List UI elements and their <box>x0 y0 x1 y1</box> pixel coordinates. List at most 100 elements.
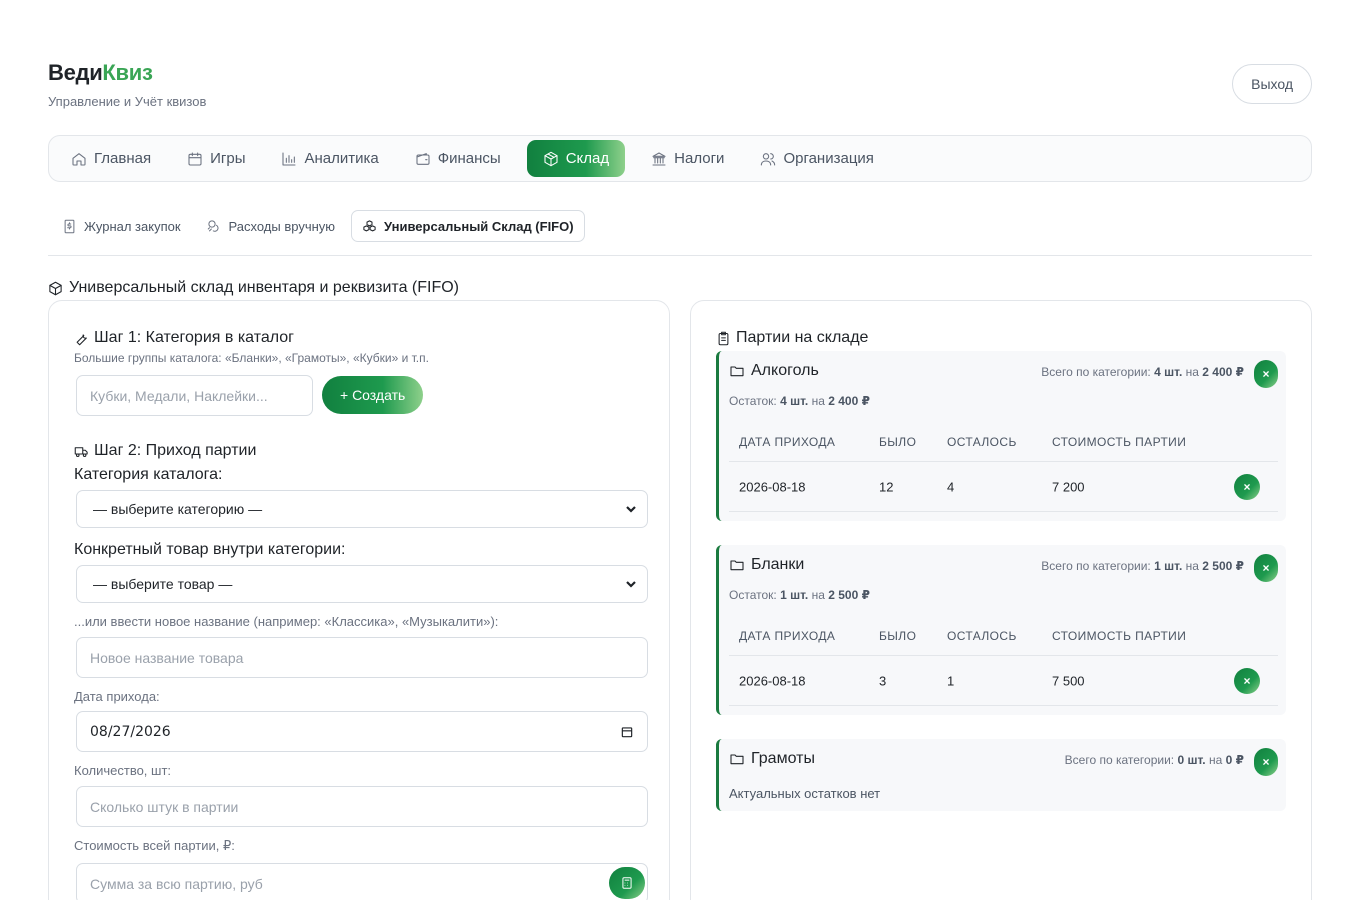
new-product-name-input[interactable]: Новое название товара <box>76 637 648 678</box>
cell-was: 12 <box>879 479 894 494</box>
nav-item-home[interactable]: Главная <box>61 140 161 177</box>
table-row: 2026-08-18 12 4 7 200 × <box>729 462 1278 512</box>
table-header: ДАТА ПРИХОДА БЫЛО ОСТАЛОСЬ СТОИМОСТЬ ПАР… <box>729 617 1278 656</box>
product-label: Конкретный товар внутри категории: <box>74 541 346 558</box>
calendar-icon <box>188 151 202 166</box>
wrench-icon <box>76 333 87 345</box>
app-title: ВедиКвиз <box>48 60 153 85</box>
nav-item-finance[interactable]: Финансы <box>405 140 511 177</box>
catalog-select[interactable]: — выберите категорию — <box>76 490 648 528</box>
category-rest: Остаток: 4 шт. на 2 400 ₽ <box>729 394 870 408</box>
users-icon <box>761 152 776 166</box>
delete-category-button[interactable]: × <box>1254 360 1278 388</box>
cell-date: 2026-08-18 <box>739 673 806 688</box>
column-date: ДАТА ПРИХОДА <box>739 435 836 449</box>
date-input[interactable]: 08/27/2026 <box>76 711 648 752</box>
tab-universal-warehouse[interactable]: Универсальный Склад (FIFO) <box>351 210 585 242</box>
receipt-icon <box>64 219 75 233</box>
nav-label: Налоги <box>674 150 725 167</box>
truck-icon <box>74 446 88 457</box>
cell-was: 3 <box>879 673 887 688</box>
category-card: Бланки Всего по категории: 1 шт. на 2 50… <box>716 545 1286 715</box>
folder-icon <box>730 754 744 765</box>
category-total: Всего по категории: 0 шт. на 0 ₽ <box>1064 753 1244 767</box>
nav-item-warehouse[interactable]: Склад <box>526 140 626 177</box>
step2-title: Шаг 2: Приход партии <box>74 442 256 460</box>
cell-cost: 7 500 <box>1052 673 1085 688</box>
column-cost: СТОИМОСТЬ ПАРТИИ <box>1052 629 1187 643</box>
subtab-label: Расходы вручную <box>228 218 336 234</box>
brand: ВедиКвиз Управление и Учёт квизов <box>48 60 206 109</box>
box-icon <box>49 281 62 295</box>
cost-input[interactable]: Сумма за всю партию, руб <box>76 863 648 900</box>
delete-batch-button[interactable]: × <box>1234 474 1260 500</box>
cell-cost: 7 200 <box>1052 479 1085 494</box>
product-select-value: — выберите товар — <box>93 576 233 592</box>
home-icon <box>72 152 86 166</box>
cell-left: 1 <box>947 673 955 688</box>
calculator-button[interactable] <box>609 867 645 899</box>
cell-left: 4 <box>947 479 955 494</box>
catalog-label: Категория каталога: <box>74 466 223 483</box>
column-left: ОСТАЛОСЬ <box>947 435 1017 449</box>
cost-label: Стоимость всей партии, ₽: <box>74 838 235 853</box>
qty-label: Количество, шт: <box>74 763 172 778</box>
nav-item-taxes[interactable]: Налоги <box>641 140 734 177</box>
category-name: Бланки <box>729 556 804 574</box>
category-rest: Остаток: 1 шт. на 2 500 ₽ <box>729 588 870 602</box>
delete-category-button[interactable]: × <box>1254 554 1278 582</box>
stock-title: Партии на складе <box>716 329 868 347</box>
box-icon <box>544 151 558 166</box>
delete-category-button[interactable]: × <box>1254 748 1278 776</box>
column-was: БЫЛО <box>879 629 917 643</box>
column-cost: СТОИМОСТЬ ПАРТИИ <box>1052 435 1187 449</box>
chevron-down-icon <box>626 506 636 513</box>
category-name: Алкоголь <box>729 362 819 380</box>
calendar-icon[interactable] <box>620 725 634 739</box>
tab-purchase-journal[interactable]: Журнал закупок <box>52 210 191 242</box>
nav-item-organization[interactable]: Организация <box>750 140 883 177</box>
stock-panel: Партии на складе Алкоголь Всего по катег… <box>690 300 1312 900</box>
main-nav: Главная Игры Аналитика Финансы Склад Нал… <box>48 135 1312 182</box>
logout-button[interactable]: Выход <box>1232 64 1312 104</box>
category-card: Грамоты Всего по категории: 0 шт. на 0 ₽… <box>716 739 1286 811</box>
nav-item-games[interactable]: Игры <box>177 140 255 177</box>
table-row: 2026-08-18 3 1 7 500 × <box>729 656 1278 706</box>
section-title-text: Универсальный склад инвентаря и реквизит… <box>69 279 459 296</box>
calculator-icon <box>622 877 632 889</box>
nav-label: Главная <box>94 150 152 167</box>
app-subtitle: Управление и Учёт квизов <box>48 94 207 109</box>
step1-hint: Большие группы каталога: «Бланки», «Грам… <box>74 351 429 365</box>
folder-icon <box>730 366 744 377</box>
category-total: Всего по категории: 4 шт. на 2 400 ₽ <box>1041 365 1244 379</box>
quantity-input[interactable]: Сколько штук в партии <box>76 786 648 827</box>
column-was: БЫЛО <box>879 435 917 449</box>
batch-form-panel: Шаг 1: Категория в каталог Большие групп… <box>48 300 670 900</box>
subtab-label: Журнал закупок <box>84 218 181 234</box>
category-name: Грамоты <box>729 750 815 768</box>
category-name-input[interactable]: Кубки, Медали, Наклейки... <box>76 375 313 416</box>
nav-label: Аналитика <box>304 150 379 167</box>
section-title: Универсальный склад инвентаря и реквизит… <box>48 279 459 297</box>
warehouse-subtabs: Журнал закупок Расходы вручную Универсал… <box>48 210 1312 256</box>
clipboard-icon <box>718 331 729 345</box>
wallet-icon <box>416 152 430 165</box>
delete-batch-button[interactable]: × <box>1234 668 1260 694</box>
column-date: ДАТА ПРИХОДА <box>739 629 836 643</box>
tab-manual-expenses[interactable]: Расходы вручную <box>197 210 346 242</box>
folder-icon <box>730 560 744 571</box>
table-header: ДАТА ПРИХОДА БЫЛО ОСТАЛОСЬ СТОИМОСТЬ ПАР… <box>729 423 1278 462</box>
bar-chart-icon <box>282 151 297 166</box>
nav-label: Финансы <box>437 150 501 167</box>
chevron-down-icon <box>626 581 636 588</box>
column-left: ОСТАЛОСЬ <box>947 629 1017 643</box>
nav-item-analytics[interactable]: Аналитика <box>271 140 388 177</box>
cell-date: 2026-08-18 <box>739 479 806 494</box>
category-card: Алкоголь Всего по категории: 4 шт. на 2 … <box>716 351 1286 521</box>
date-label: Дата прихода: <box>74 689 160 704</box>
nav-label: Игры <box>210 150 246 167</box>
product-select[interactable]: — выберите товар — <box>76 565 648 603</box>
step1-title: Шаг 1: Категория в каталог <box>74 329 294 347</box>
create-category-button[interactable]: + Создать <box>322 376 424 414</box>
empty-stock-note: Актуальных остатков нет <box>729 786 881 801</box>
